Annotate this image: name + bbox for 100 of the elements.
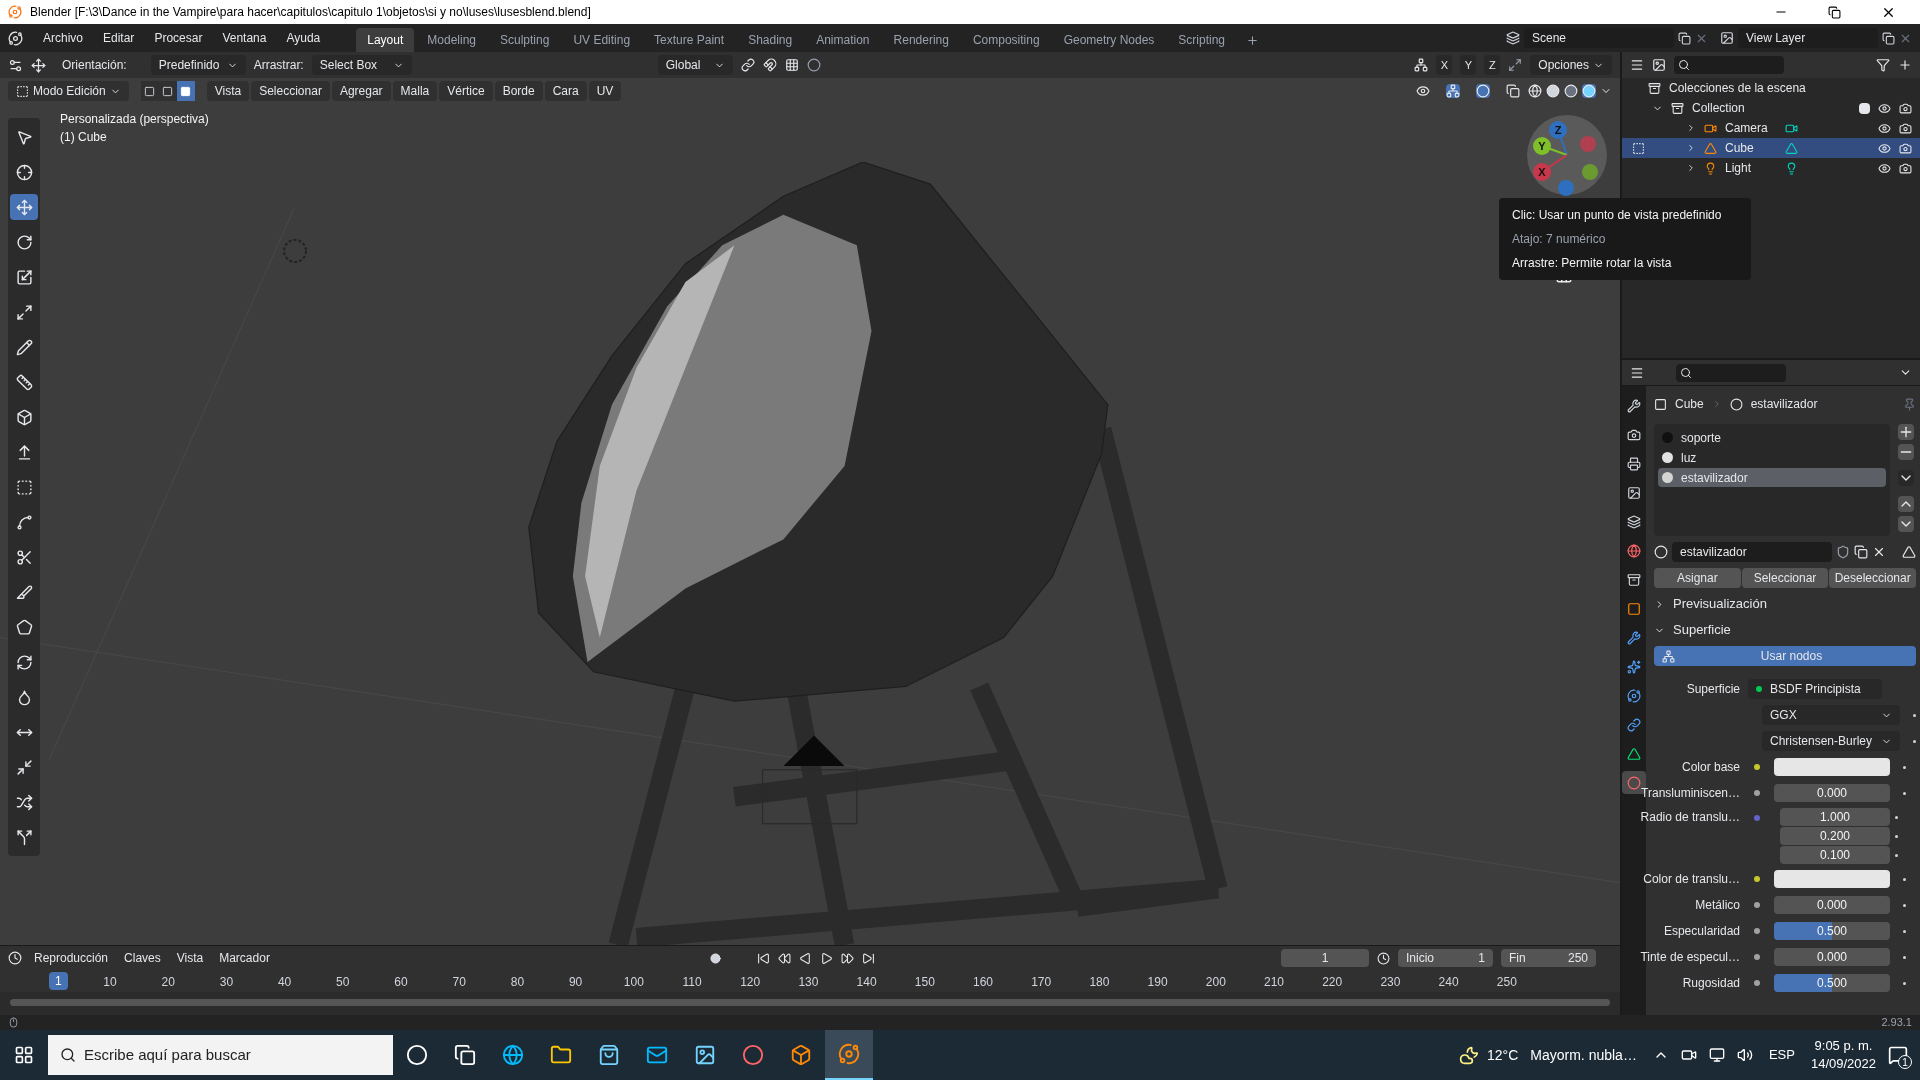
menu-item[interactable]: Archivo <box>35 27 91 49</box>
field-label: Metálico <box>1694 897 1740 914</box>
material-slot[interactable]: soporte <box>1658 428 1886 447</box>
frame-number: 100 <box>623 974 644 991</box>
number-field[interactable]: 1.000 <box>1780 808 1890 826</box>
workspace-tab[interactable]: Animation <box>805 28 881 52</box>
frame-number: 130 <box>798 974 819 991</box>
outliner-item-name: Light <box>1725 160 1753 177</box>
slot-button[interactable]: Asignar <box>1654 568 1741 588</box>
slider-field[interactable]: 0.500 <box>1774 922 1890 940</box>
navigation-gizmo[interactable]: Z Y X <box>1526 114 1608 196</box>
menu-item[interactable]: Vértice <box>439 81 493 101</box>
view-layer-field[interactable]: View Layer <box>1738 28 1878 48</box>
field-label: Transluminiscen… <box>1640 785 1740 802</box>
workspace-tab[interactable]: Layout <box>356 28 415 52</box>
menu-item[interactable]: Agregar <box>331 81 391 101</box>
menu-item[interactable]: UV <box>588 81 622 101</box>
number-field[interactable]: 0.200 <box>1780 827 1890 845</box>
menu-item[interactable]: Vista <box>206 81 250 101</box>
current-frame-field[interactable]: 1 <box>1281 949 1369 967</box>
frame-number: 120 <box>740 974 761 991</box>
start-frame-field[interactable]: Inicio 1 <box>1398 949 1493 967</box>
material-slot[interactable]: luz <box>1658 448 1886 467</box>
slot-button[interactable]: Deseleccionar <box>1829 568 1916 588</box>
slider-field[interactable]: 0.000 <box>1774 948 1890 966</box>
scene-collection-label: Colecciones de la escena <box>1669 80 1806 97</box>
tooltip-line: Clic: Usar un punto de vista predefinido <box>1512 207 1723 224</box>
tooltip-line: Arrastre: Permite rotar la vista <box>1512 255 1673 272</box>
weather-text[interactable]: Mayorm. nubla… <box>1530 1044 1637 1066</box>
outliner-item-name: Cube <box>1725 140 1755 157</box>
taskbar-search-field[interactable]: Escribe aquí para buscar <box>48 1035 393 1075</box>
breadcrumb-item: Cube <box>1675 396 1704 413</box>
workspace-tab[interactable]: Modeling <box>416 28 487 52</box>
field-label: Color de translu… <box>1642 871 1740 888</box>
menu-item[interactable]: Seleccionar <box>251 81 330 101</box>
menu-item[interactable]: Marcador <box>215 949 274 967</box>
transform-dropdown[interactable]: Global <box>657 55 733 75</box>
frame-number: 110 <box>682 974 702 991</box>
menu-item[interactable]: Ayuda <box>278 27 329 49</box>
dropdown-field[interactable]: Christensen-Burley <box>1762 731 1900 751</box>
menu-item[interactable]: Procesar <box>146 27 211 49</box>
axis-toggle[interactable]: Y <box>1460 55 1477 75</box>
language-indicator[interactable]: ESP <box>1768 1045 1795 1065</box>
dropdown-field[interactable]: GGX <box>1762 705 1900 725</box>
clock[interactable]: 9:05 p. m. 14/09/2022 <box>1810 1037 1876 1073</box>
mode-dropdown[interactable]: Modo Edición <box>8 81 129 101</box>
workspace-tab[interactable]: Compositing <box>961 28 1051 52</box>
axis-toggle[interactable]: X <box>1436 55 1453 75</box>
workspace-tab[interactable]: Geometry Nodes <box>1052 28 1166 52</box>
workspace-tab[interactable]: UV Editing <box>562 28 642 52</box>
menu-item[interactable]: Vista <box>172 949 208 967</box>
outliner-row[interactable]: Cube <box>1622 138 1920 158</box>
axis-toggle[interactable]: Z <box>1484 55 1501 75</box>
slot-button[interactable]: Seleccionar <box>1741 568 1829 588</box>
outliner-row[interactable]: Light <box>1622 158 1920 178</box>
material-slot[interactable]: estavilizador <box>1658 468 1886 487</box>
frame-number: 140 <box>856 974 877 991</box>
view-name: Personalizada (perspectiva) <box>60 111 209 128</box>
outliner-item-name: Camera <box>1725 120 1769 137</box>
menu-item[interactable]: Malla <box>392 81 438 101</box>
menu-item[interactable]: Cara <box>544 81 587 101</box>
material-name-field[interactable]: estavilizador <box>1672 542 1832 562</box>
slider-field[interactable]: 0.500 <box>1774 974 1890 992</box>
number-field[interactable]: 0.100 <box>1780 846 1890 864</box>
slider-field[interactable]: 0.000 <box>1774 784 1890 802</box>
workspace-tab[interactable]: Shading <box>737 28 804 52</box>
frame-number: 30 <box>219 974 234 991</box>
panel-title[interactable]: Superficie <box>1673 620 1731 640</box>
menu-item[interactable]: Ventana <box>214 27 275 49</box>
menu-item[interactable]: Reproducción <box>30 949 113 967</box>
playhead[interactable]: 1 <box>49 972 68 990</box>
menu-item[interactable]: Borde <box>494 81 543 101</box>
frame-number: 60 <box>394 974 408 991</box>
frame-number: 250 <box>1496 974 1517 991</box>
version-label: 2.93.1 <box>1881 1015 1912 1031</box>
orientation-dropdown[interactable]: Predefinido <box>150 55 246 75</box>
frame-number: 10 <box>103 974 117 991</box>
use-nodes-button[interactable]: Usar nodos <box>1654 646 1916 666</box>
options-dropdown[interactable]: Opciones <box>1530 55 1612 75</box>
notification-count: 1 <box>1898 1055 1912 1069</box>
frame-number: 170 <box>1031 974 1052 991</box>
workspace-tab[interactable]: Texture Paint <box>643 28 736 52</box>
end-frame-field[interactable]: Fin 250 <box>1501 949 1596 967</box>
frame-number: 90 <box>568 974 583 991</box>
frame-number: 80 <box>510 974 525 991</box>
menu-item[interactable]: Claves <box>120 949 165 967</box>
frame-number: 160 <box>973 974 993 991</box>
workspace-tab[interactable]: Rendering <box>882 28 960 52</box>
frame-number: 200 <box>1205 974 1226 991</box>
shader-node-field[interactable]: BSDF Principista <box>1748 679 1882 699</box>
outliner-item[interactable]: Collection <box>1692 99 1745 117</box>
panel-title[interactable]: Previsualización <box>1673 594 1767 614</box>
field-label: Rugosidad <box>1681 975 1740 992</box>
workspace-tab[interactable]: Scripting <box>1167 28 1236 52</box>
drag-dropdown[interactable]: Select Box <box>311 55 412 75</box>
slider-field[interactable]: 0.000 <box>1774 896 1890 914</box>
menu-item[interactable]: Editar <box>95 27 143 49</box>
workspace-tab[interactable]: Sculpting <box>489 28 561 52</box>
outliner-row[interactable]: Camera <box>1622 118 1920 138</box>
scene-field[interactable]: Scene <box>1524 28 1674 48</box>
